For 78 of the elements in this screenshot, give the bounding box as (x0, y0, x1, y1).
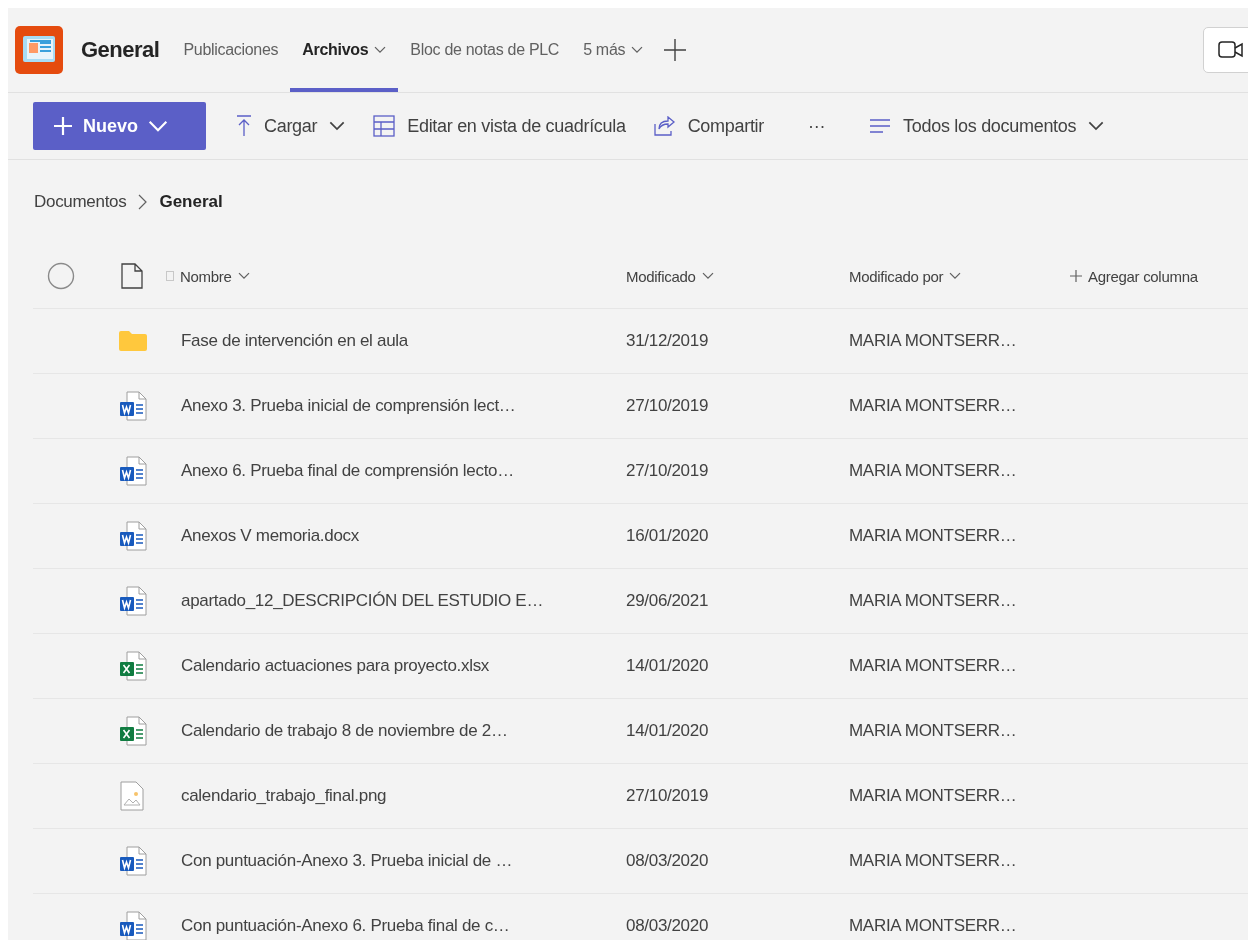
chevron-icon (701, 272, 714, 280)
meet-button[interactable] (1203, 27, 1248, 73)
upload-icon (236, 115, 252, 137)
file-name[interactable]: Con puntuación-Anexo 6. Prueba final de c… (166, 916, 626, 936)
file-name[interactable]: Anexo 6. Prueba final de comprensión lecto… (166, 461, 626, 481)
chevron-icon (329, 121, 346, 131)
word-document-icon (119, 586, 147, 616)
chevron-icon (148, 120, 168, 132)
word-document-icon (119, 456, 147, 486)
file-name[interactable]: Anexo 3. Prueba inicial de comprensión lect… (166, 396, 626, 416)
modified-by: MARIA MONTSERR… (849, 656, 1018, 676)
file-type-icon (121, 263, 143, 289)
list-view-icon (869, 119, 892, 133)
modified-by: MARIA MONTSERR… (849, 396, 1018, 416)
modified-date: 16/01/2020 (626, 526, 710, 546)
word-document-icon (119, 391, 147, 421)
modified-date: 27/10/2019 (626, 396, 710, 416)
modified-date: 08/03/2020 (626, 851, 710, 871)
column-header[interactable]: Modificado (626, 267, 849, 285)
modified-by: MARIA MONTSERR… (849, 526, 1018, 546)
file-name[interactable]: Calendario actuaciones para proyecto.xlsx (166, 656, 626, 676)
share-button[interactable]: Compartir (639, 102, 778, 150)
add-column-button[interactable]: Agregar columna (1070, 267, 1248, 285)
more-button[interactable]: ··· (778, 102, 856, 150)
excel-spreadsheet-icon (119, 651, 147, 681)
file-name[interactable]: Anexos V memoria.docx (166, 526, 626, 546)
channel-tab[interactable]: 5 más (571, 8, 656, 92)
modified-by: MARIA MONTSERR… (849, 721, 1018, 741)
plus-icon (1070, 270, 1082, 282)
new-button[interactable]: Nuevo (33, 102, 206, 150)
channel-title: General (81, 37, 160, 63)
chevron-icon (237, 272, 250, 280)
channel-tab[interactable]: Archivos (290, 8, 399, 92)
breadcrumb-current: General (159, 192, 223, 212)
modified-by: MARIA MONTSERR… (849, 916, 1018, 936)
plus-icon (663, 38, 688, 62)
chevron-icon (374, 46, 387, 54)
plus-icon (53, 116, 73, 136)
image-file-icon (119, 781, 145, 811)
modified-date: 27/10/2019 (626, 786, 710, 806)
column-header[interactable]: Modificado por (849, 267, 1070, 285)
video-camera-icon (1218, 40, 1244, 60)
modified-by: MARIA MONTSERR… (849, 461, 1018, 481)
file-name[interactable]: Calendario de trabajo 8 de noviembre de 2… (166, 721, 626, 741)
excel-spreadsheet-icon (119, 716, 147, 746)
chevron-right-icon (138, 194, 148, 210)
modified-date: 29/06/2021 (626, 591, 710, 611)
chevron-icon (631, 46, 644, 54)
modified-by: MARIA MONTSERR… (849, 331, 1018, 351)
modified-by: MARIA MONTSERR… (849, 786, 1018, 806)
modified-by: MARIA MONTSERR… (849, 591, 1018, 611)
modified-by: MARIA MONTSERR… (849, 851, 1018, 871)
upload-button[interactable]: Cargar (222, 102, 360, 150)
select-all-circle[interactable] (47, 262, 75, 290)
chevron-icon (1088, 121, 1105, 131)
folder-icon (119, 331, 147, 351)
modified-date: 14/01/2020 (626, 721, 710, 741)
file-name[interactable]: calendario_trabajo_final.png (166, 786, 626, 806)
breadcrumb-link[interactable]: Documentos (34, 192, 127, 212)
modified-date: 31/12/2019 (626, 331, 710, 351)
modified-date: 08/03/2020 (626, 916, 710, 936)
square-icon (166, 271, 174, 281)
word-document-icon (119, 846, 147, 876)
column-header[interactable]: Nombre (166, 267, 626, 285)
view-selector[interactable]: Todos los documentos (855, 102, 1119, 150)
team-logo-icon[interactable] (15, 26, 63, 74)
grid-button[interactable]: Editar en vista de cuadrícula (359, 102, 640, 150)
channel-tab[interactable]: Bloc de notas de PLC (398, 8, 572, 92)
channel-tab[interactable]: Publicaciones (171, 8, 291, 92)
grid-icon (373, 115, 396, 137)
chevron-icon (949, 272, 962, 280)
file-name[interactable]: Con puntuación-Anexo 3. Prueba inicial de … (166, 851, 626, 871)
modified-date: 27/10/2019 (626, 461, 710, 481)
word-document-icon (119, 521, 147, 551)
file-name[interactable]: apartado_12_DESCRIPCIÓN DEL ESTUDIO E… (166, 591, 626, 611)
share-icon (653, 116, 676, 136)
file-name[interactable]: Fase de intervención en el aula (166, 331, 626, 351)
modified-date: 14/01/2020 (626, 656, 710, 676)
